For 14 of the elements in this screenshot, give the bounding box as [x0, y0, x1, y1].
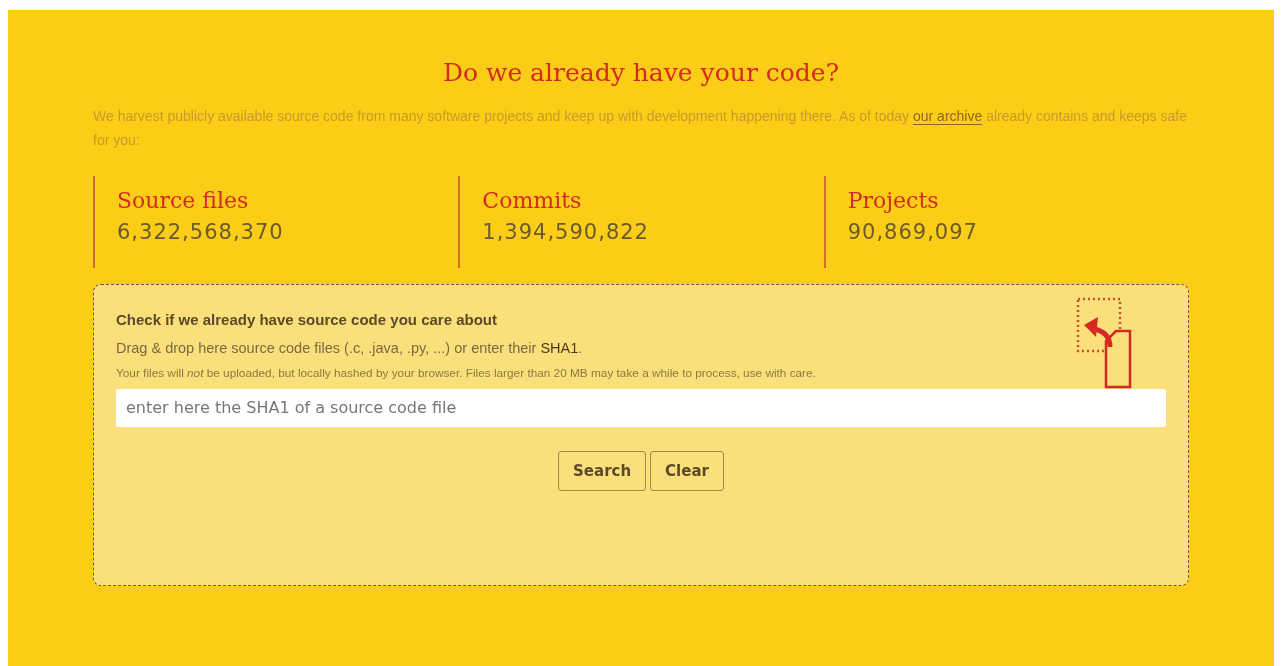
stat-label: Projects [847, 187, 940, 215]
sha1-input-field[interactable]: enter here the SHA1 of a source code file [116, 388, 1166, 427]
page-title: Do we already have your code? [441, 58, 841, 88]
stat-label: Commits [482, 187, 583, 215]
upload-note: Your files will not be uploaded, but locally hashed by your browser. Files larger than 20 MB may take a while to process, use with care. [116, 365, 817, 383]
stat-value: 90,869,097 [847, 219, 979, 246]
clear-button[interactable]: Clear [650, 450, 724, 492]
stat-label: Source files [117, 187, 250, 215]
dropzone-heading: Check if we already have source code you care about [116, 310, 498, 330]
stat-value: 1,394,590,822 [482, 219, 650, 246]
archive-link[interactable]: our archive [913, 108, 983, 125]
stat-value: 6,322,568,370 [117, 219, 285, 246]
search-button[interactable]: Search [558, 450, 647, 492]
dropzone-instructions: Drag & drop here source code files (.c, .java, .py, ...) or enter their SHA1. [116, 338, 584, 358]
